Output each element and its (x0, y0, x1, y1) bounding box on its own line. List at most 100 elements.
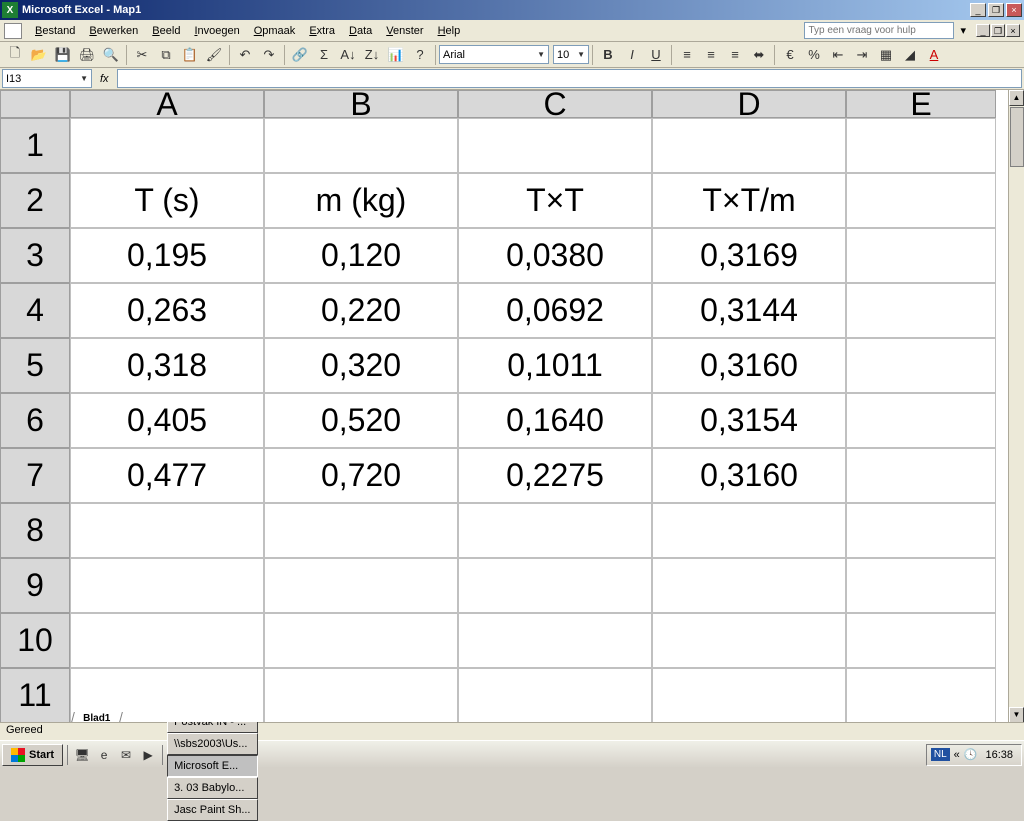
column-header-D[interactable]: D (652, 90, 846, 118)
doc-close-button[interactable]: × (1006, 24, 1020, 37)
cell-C11[interactable] (458, 668, 652, 722)
cell-grid[interactable]: ABCDE12T (s)m (kg)T×TT×T/m30,1950,1200,0… (0, 90, 1008, 722)
cell-D2[interactable]: T×T/m (652, 173, 846, 228)
percent-button[interactable]: % (803, 44, 825, 66)
bold-button[interactable]: B (597, 44, 619, 66)
new-button[interactable]: 🗋 (4, 44, 26, 66)
menu-bestand[interactable]: Bestand (28, 23, 82, 39)
minimize-button[interactable]: _ (970, 3, 986, 17)
cell-B8[interactable] (264, 503, 458, 558)
formula-input[interactable] (117, 69, 1022, 88)
cell-E1[interactable] (846, 118, 996, 173)
menu-invoegen[interactable]: Invoegen (187, 23, 246, 39)
cell-E3[interactable] (846, 228, 996, 283)
scroll-down-button[interactable]: ▼ (1009, 707, 1024, 722)
cell-E2[interactable] (846, 173, 996, 228)
print-button[interactable]: 🖨 (76, 44, 98, 66)
cell-C10[interactable] (458, 613, 652, 668)
cell-D4[interactable]: 0,3144 (652, 283, 846, 338)
cell-A5[interactable]: 0,318 (70, 338, 264, 393)
cell-C3[interactable]: 0,0380 (458, 228, 652, 283)
align-right-button[interactable]: ≡ (724, 44, 746, 66)
cell-B11[interactable] (264, 668, 458, 722)
cell-B1[interactable] (264, 118, 458, 173)
cell-B3[interactable]: 0,120 (264, 228, 458, 283)
font-name-select[interactable]: Arial ▼ (439, 45, 549, 64)
merge-button[interactable]: ⬌ (748, 44, 770, 66)
menu-beeld[interactable]: Beeld (145, 23, 187, 39)
cell-A9[interactable] (70, 558, 264, 613)
cell-D11[interactable] (652, 668, 846, 722)
cell-B4[interactable]: 0,220 (264, 283, 458, 338)
undo-button[interactable]: ↶ (234, 44, 256, 66)
column-header-A[interactable]: A (70, 90, 264, 118)
preview-button[interactable]: 🔍 (100, 44, 122, 66)
language-indicator[interactable]: NL (931, 748, 950, 761)
cell-E7[interactable] (846, 448, 996, 503)
row-header-3[interactable]: 3 (0, 228, 70, 283)
cell-E11[interactable] (846, 668, 996, 722)
cell-E9[interactable] (846, 558, 996, 613)
row-header-5[interactable]: 5 (0, 338, 70, 393)
fx-icon[interactable]: fx (100, 73, 109, 85)
cell-E6[interactable] (846, 393, 996, 448)
cell-D9[interactable] (652, 558, 846, 613)
hyperlink-button[interactable]: 🔗 (289, 44, 311, 66)
start-button[interactable]: Start (2, 744, 63, 766)
row-header-4[interactable]: 4 (0, 283, 70, 338)
column-header-B[interactable]: B (264, 90, 458, 118)
cell-E5[interactable] (846, 338, 996, 393)
cell-A1[interactable] (70, 118, 264, 173)
menu-venster[interactable]: Venster (379, 23, 430, 39)
taskbar-item[interactable]: Microsoft E... (167, 755, 257, 777)
restore-button[interactable]: ❐ (988, 3, 1004, 17)
column-header-C[interactable]: C (458, 90, 652, 118)
cell-D7[interactable]: 0,3160 (652, 448, 846, 503)
sort-desc-button[interactable]: Z↓ (361, 44, 383, 66)
taskbar-item[interactable]: 3. 03 Babylo... (167, 777, 257, 799)
cell-E4[interactable] (846, 283, 996, 338)
cell-B10[interactable] (264, 613, 458, 668)
menu-opmaak[interactable]: Opmaak (247, 23, 303, 39)
cell-A4[interactable]: 0,263 (70, 283, 264, 338)
cell-C7[interactable]: 0,2275 (458, 448, 652, 503)
sheet-tab-blad1[interactable]: Blad1 (70, 712, 123, 723)
increase-indent-button[interactable]: ⇥ (851, 44, 873, 66)
menu-bewerken[interactable]: Bewerken (82, 23, 145, 39)
cell-D10[interactable] (652, 613, 846, 668)
redo-button[interactable]: ↷ (258, 44, 280, 66)
open-button[interactable]: 📂 (28, 44, 50, 66)
cell-C1[interactable] (458, 118, 652, 173)
menu-data[interactable]: Data (342, 23, 379, 39)
currency-button[interactable]: € (779, 44, 801, 66)
format-painter-button[interactable]: 🖌 (203, 44, 225, 66)
copy-button[interactable]: ⧉ (155, 44, 177, 66)
vertical-scrollbar[interactable]: ▲ ▼ (1008, 90, 1024, 722)
paste-button[interactable]: 📋 (179, 44, 201, 66)
cell-B5[interactable]: 0,320 (264, 338, 458, 393)
select-all-corner[interactable] (0, 90, 70, 118)
row-header-6[interactable]: 6 (0, 393, 70, 448)
decrease-indent-button[interactable]: ⇤ (827, 44, 849, 66)
menu-extra[interactable]: Extra (302, 23, 342, 39)
cell-C4[interactable]: 0,0692 (458, 283, 652, 338)
row-header-11[interactable]: 11 (0, 668, 70, 722)
row-header-8[interactable]: 8 (0, 503, 70, 558)
cell-C6[interactable]: 0,1640 (458, 393, 652, 448)
cell-D6[interactable]: 0,3154 (652, 393, 846, 448)
font-color-button[interactable]: A (923, 44, 945, 66)
cell-C9[interactable] (458, 558, 652, 613)
help-search-input[interactable] (804, 22, 954, 39)
chart-button[interactable]: 📊 (385, 44, 407, 66)
cell-C2[interactable]: T×T (458, 173, 652, 228)
cell-A7[interactable]: 0,477 (70, 448, 264, 503)
column-header-E[interactable]: E (846, 90, 996, 118)
doc-restore-button[interactable]: ❐ (991, 24, 1005, 37)
ie-icon[interactable]: e (95, 745, 113, 765)
cut-button[interactable]: ✂ (131, 44, 153, 66)
align-center-button[interactable]: ≡ (700, 44, 722, 66)
name-box[interactable]: I13 ▼ (2, 69, 92, 88)
cell-D3[interactable]: 0,3169 (652, 228, 846, 283)
cell-A2[interactable]: T (s) (70, 173, 264, 228)
scroll-track[interactable] (1009, 106, 1024, 707)
